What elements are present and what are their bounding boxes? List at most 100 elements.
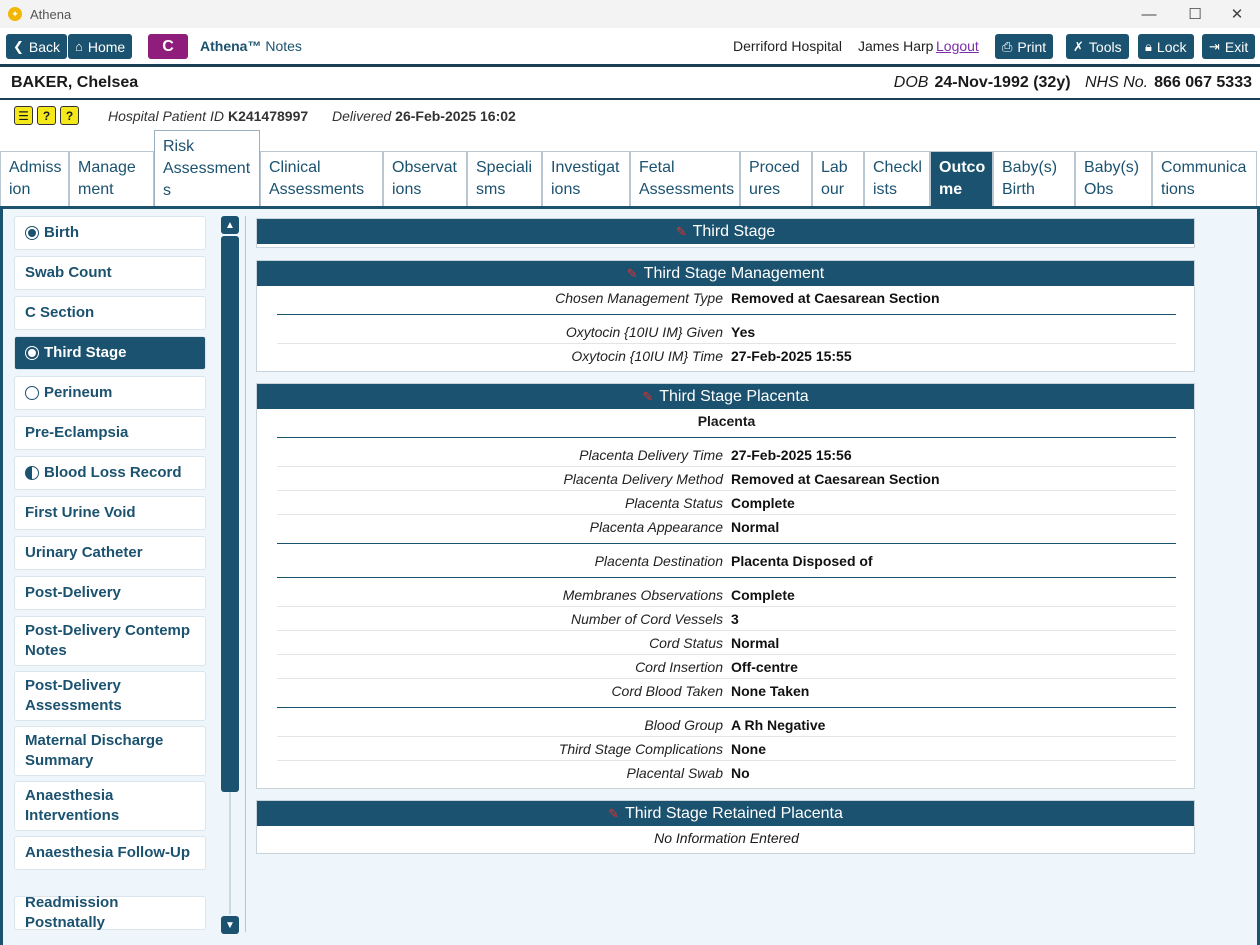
tab-labour[interactable]: Lab our [812,151,864,206]
tab-admission[interactable]: Admiss ion [0,151,69,206]
hospital-name: Derriford Hospital [733,38,842,54]
sidebar-item-c-section[interactable]: C Section [14,296,206,330]
tab-management[interactable]: Manage ment [69,151,154,206]
tab-investigations[interactable]: Investigat ions [542,151,630,206]
tools-button[interactable]: ✗ Tools [1066,34,1129,59]
scroll-down-icon[interactable]: ▼ [221,916,239,934]
panel-title: Third Stage Retained Placenta [624,804,843,822]
tab-babys-birth[interactable]: Baby(s) Birth [993,151,1075,206]
sidebar-item-swab-count[interactable]: Swab Count [14,256,206,290]
sidebar-item-label: Post-Delivery Contemp Notes [25,622,191,659]
sidebar-item-pre-eclampsia[interactable]: Pre-Eclampsia [14,416,206,450]
sidebar-item-blood-loss-record[interactable]: Blood Loss Record [14,456,206,490]
tab-risk-assessments[interactable]: Risk Assessment s [154,130,260,206]
sidebar-scrollbar[interactable]: ▲ ▼ [221,216,239,934]
sidebar-item-maternal-discharge-summary[interactable]: Maternal Discharge Summary [14,726,206,776]
back-button[interactable]: ❮ Back [6,34,68,59]
c-button[interactable]: C [148,34,188,59]
dob-value: 24-Nov-1992 (32y) [934,74,1071,91]
field-row: Oxytocin {10IU IM} Time 27-Feb-2025 15:55 [277,344,1176,368]
tab-babys-obs[interactable]: Baby(s) Obs [1075,151,1152,206]
printer-icon: ⎙ [1002,38,1013,54]
third-stage-panel: ✎ Third Stage [256,218,1195,248]
tab-checklists[interactable]: Checkl ists [864,151,930,206]
section-divider [277,437,1176,438]
logout-link[interactable]: Logout [936,38,979,54]
hospital-id-value: K241478997 [227,108,309,124]
alert-icons: ☰ ? ? [14,106,79,125]
close-window-button[interactable]: ✕ [1214,0,1260,28]
sidebar-item-label: Post-Delivery [25,584,121,601]
tab-label: Investigat [551,159,620,176]
field-value: Complete [731,494,795,511]
tab-communications[interactable]: Communica tions [1152,151,1257,206]
tab-outcome[interactable]: Outco me [930,151,993,206]
sidebar-item-birth[interactable]: Birth [14,216,206,250]
alert-list-icon[interactable]: ☰ [14,106,33,125]
panel-title: Third Stage Placenta [659,387,809,405]
edit-pencil-icon[interactable]: ✎ [676,224,687,240]
tab-specialisms[interactable]: Speciali sms [467,151,542,206]
print-button[interactable]: ⎙ Print [995,34,1054,59]
main-tabs: Admiss ion Manage ment Risk Assessment s Cli… [0,130,1260,206]
sidebar-item-label: Pre-Eclampsia [25,424,129,441]
tab-label: ion [9,181,31,198]
field-row: Placenta Delivery Method Removed at Caesa… [277,467,1176,491]
tab-label: Clinical [269,159,321,176]
sidebar-item-post-delivery[interactable]: Post-Delivery [14,576,206,610]
field-row: Placenta Destination Placenta Disposed of [277,549,1176,573]
field-value: Yes [731,323,756,340]
tab-label: ment [78,181,114,198]
field-value: Normal [731,634,780,651]
field-row: Cord Insertion Off-centre [277,655,1176,679]
app-name-brand: Athena™ [200,38,262,54]
exit-button[interactable]: ⇥ Exit [1202,34,1256,59]
sidebar-item-readmission-postnatally[interactable]: Readmission Postnatally [14,894,206,931]
edit-pencil-icon[interactable]: ✎ [642,389,653,405]
tab-label: Assessments [639,181,735,198]
sidebar-item-post-delivery-contemp-notes[interactable]: Post-Delivery Contemp Notes [14,616,206,666]
lock-button[interactable]: 🔒︎ Lock [1138,34,1194,59]
tab-label: Outco [939,159,986,176]
edit-pencil-icon[interactable]: ✎ [627,266,638,282]
tab-label: me [939,181,963,198]
field-row: Third Stage Complications None [277,737,1176,761]
minimize-button[interactable]: — [1126,0,1172,28]
exit-label: Exit [1224,38,1249,55]
vertical-divider [245,216,246,932]
tab-label: Obs [1084,181,1114,198]
tab-label: Baby(s) [1084,159,1140,176]
tab-label: Assessment [163,160,251,177]
alert-question-icon-2[interactable]: ? [60,106,79,125]
sidebar-item-urinary-catheter[interactable]: Urinary Catheter [14,536,206,570]
tab-label: Communica [1161,159,1247,176]
sidebar-item-perineum[interactable]: Perineum [14,376,206,410]
no-information-text: No Information Entered [654,830,799,846]
sidebar-item-label: Urinary Catheter [25,544,143,561]
sidebar-item-label: C Section [25,304,95,321]
app-name: Athena™ Notes [200,38,302,54]
home-button[interactable]: ⌂ Home [68,34,133,59]
sidebar-item-anaesthesia-follow-up[interactable]: Anaesthesia Follow-Up [14,836,206,870]
third-stage-management-panel: ✎ Third Stage Management Chosen Managemen… [256,260,1195,372]
tab-observations[interactable]: Observat ions [383,151,467,206]
field-label: Placenta Destination [594,553,723,569]
sidebar-item-anaesthesia-interventions[interactable]: Anaesthesia Interventions [14,781,206,831]
tab-procedures[interactable]: Proced ures [740,151,812,206]
patient-name: BAKER, Chelsea [11,74,139,91]
nhs-value: 866 067 5333 [1154,74,1252,91]
edit-pencil-icon[interactable]: ✎ [608,806,619,822]
home-label: Home [87,38,126,55]
sidebar-item-first-urine-void[interactable]: First Urine Void [14,496,206,530]
alert-question-icon[interactable]: ? [37,106,56,125]
tab-fetal-assessments[interactable]: Fetal Assessments [630,151,740,206]
scroll-up-icon[interactable]: ▲ [221,216,239,234]
patient-demographics: DOB 24-Nov-1992 (32y) NHS No. 866 067 5333 [894,74,1252,92]
status-full-icon [25,346,39,360]
home-icon: ⌂ [75,39,83,54]
tab-clinical-assessments[interactable]: Clinical Assessments [260,151,383,206]
sidebar-item-post-delivery-assessments[interactable]: Post-Delivery Assessments [14,671,206,721]
maximize-button[interactable]: ☐ [1172,0,1218,28]
scroll-thumb[interactable] [221,236,239,792]
sidebar-item-third-stage[interactable]: Third Stage [14,336,206,370]
